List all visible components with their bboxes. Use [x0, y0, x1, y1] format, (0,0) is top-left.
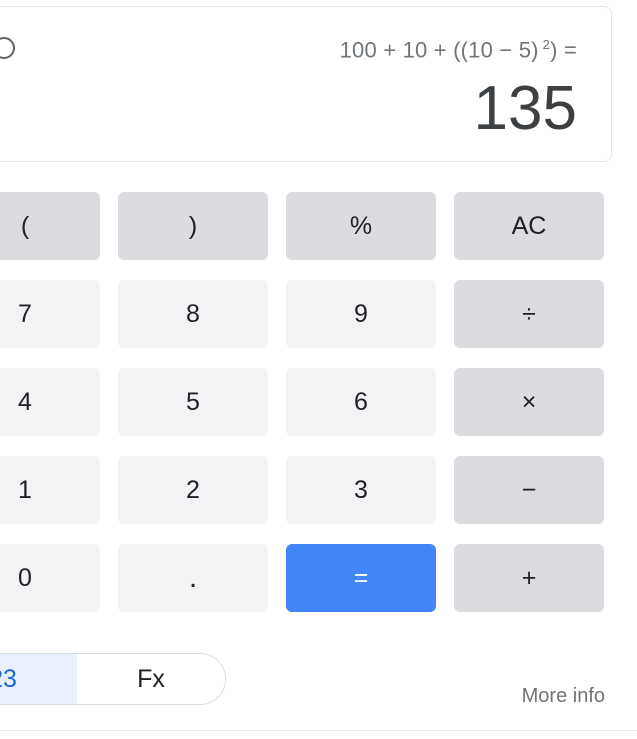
key-7[interactable]: 7: [0, 280, 100, 348]
mode-toggle: 23Fx: [0, 653, 226, 705]
key-multiply[interactable]: ×: [454, 368, 604, 436]
key-close-paren[interactable]: ): [118, 192, 268, 260]
expression-exponent: 2: [542, 37, 551, 52]
key-percent[interactable]: %: [286, 192, 436, 260]
mode-function[interactable]: Fx: [77, 654, 225, 704]
history-icon[interactable]: [0, 37, 15, 59]
footer-divider: [0, 730, 637, 731]
keypad: ()% AC 7 8 9 ÷ 4 5 6 × 1 2 3− 0. = +: [0, 192, 637, 612]
expression-tail: ) =: [550, 37, 577, 63]
key-9[interactable]: 9: [286, 280, 436, 348]
key-decimal[interactable]: .: [118, 544, 268, 612]
key-0[interactable]: 0: [0, 544, 100, 612]
key-1[interactable]: 1: [0, 456, 100, 524]
key-all-clear[interactable]: AC: [454, 192, 604, 260]
calculator: 100 + 10 + ((10 − 5) 2) = 135 ()% AC 7 8 9 ÷ 4 5…: [0, 0, 637, 739]
mode-numeric[interactable]: 23: [0, 654, 77, 704]
key-subtract[interactable]: −: [454, 456, 604, 524]
key-5[interactable]: 5: [118, 368, 268, 436]
key-add[interactable]: +: [454, 544, 604, 612]
key-3[interactable]: 3: [286, 456, 436, 524]
more-info-link[interactable]: More info: [522, 685, 605, 708]
expression-main: 100 + 10 + ((10 − 5): [339, 37, 539, 63]
key-equals[interactable]: =: [286, 544, 436, 612]
key-open-paren[interactable]: (: [0, 192, 100, 260]
key-divide[interactable]: ÷: [454, 280, 604, 348]
key-6[interactable]: 6: [286, 368, 436, 436]
expression-text: 100 + 10 + ((10 − 5) 2) =: [340, 37, 577, 63]
key-8[interactable]: 8: [118, 280, 268, 348]
key-2[interactable]: 2: [118, 456, 268, 524]
calculator-display: 100 + 10 + ((10 − 5) 2) = 135: [0, 6, 612, 162]
key-4[interactable]: 4: [0, 368, 100, 436]
result-value: 135: [473, 74, 577, 143]
